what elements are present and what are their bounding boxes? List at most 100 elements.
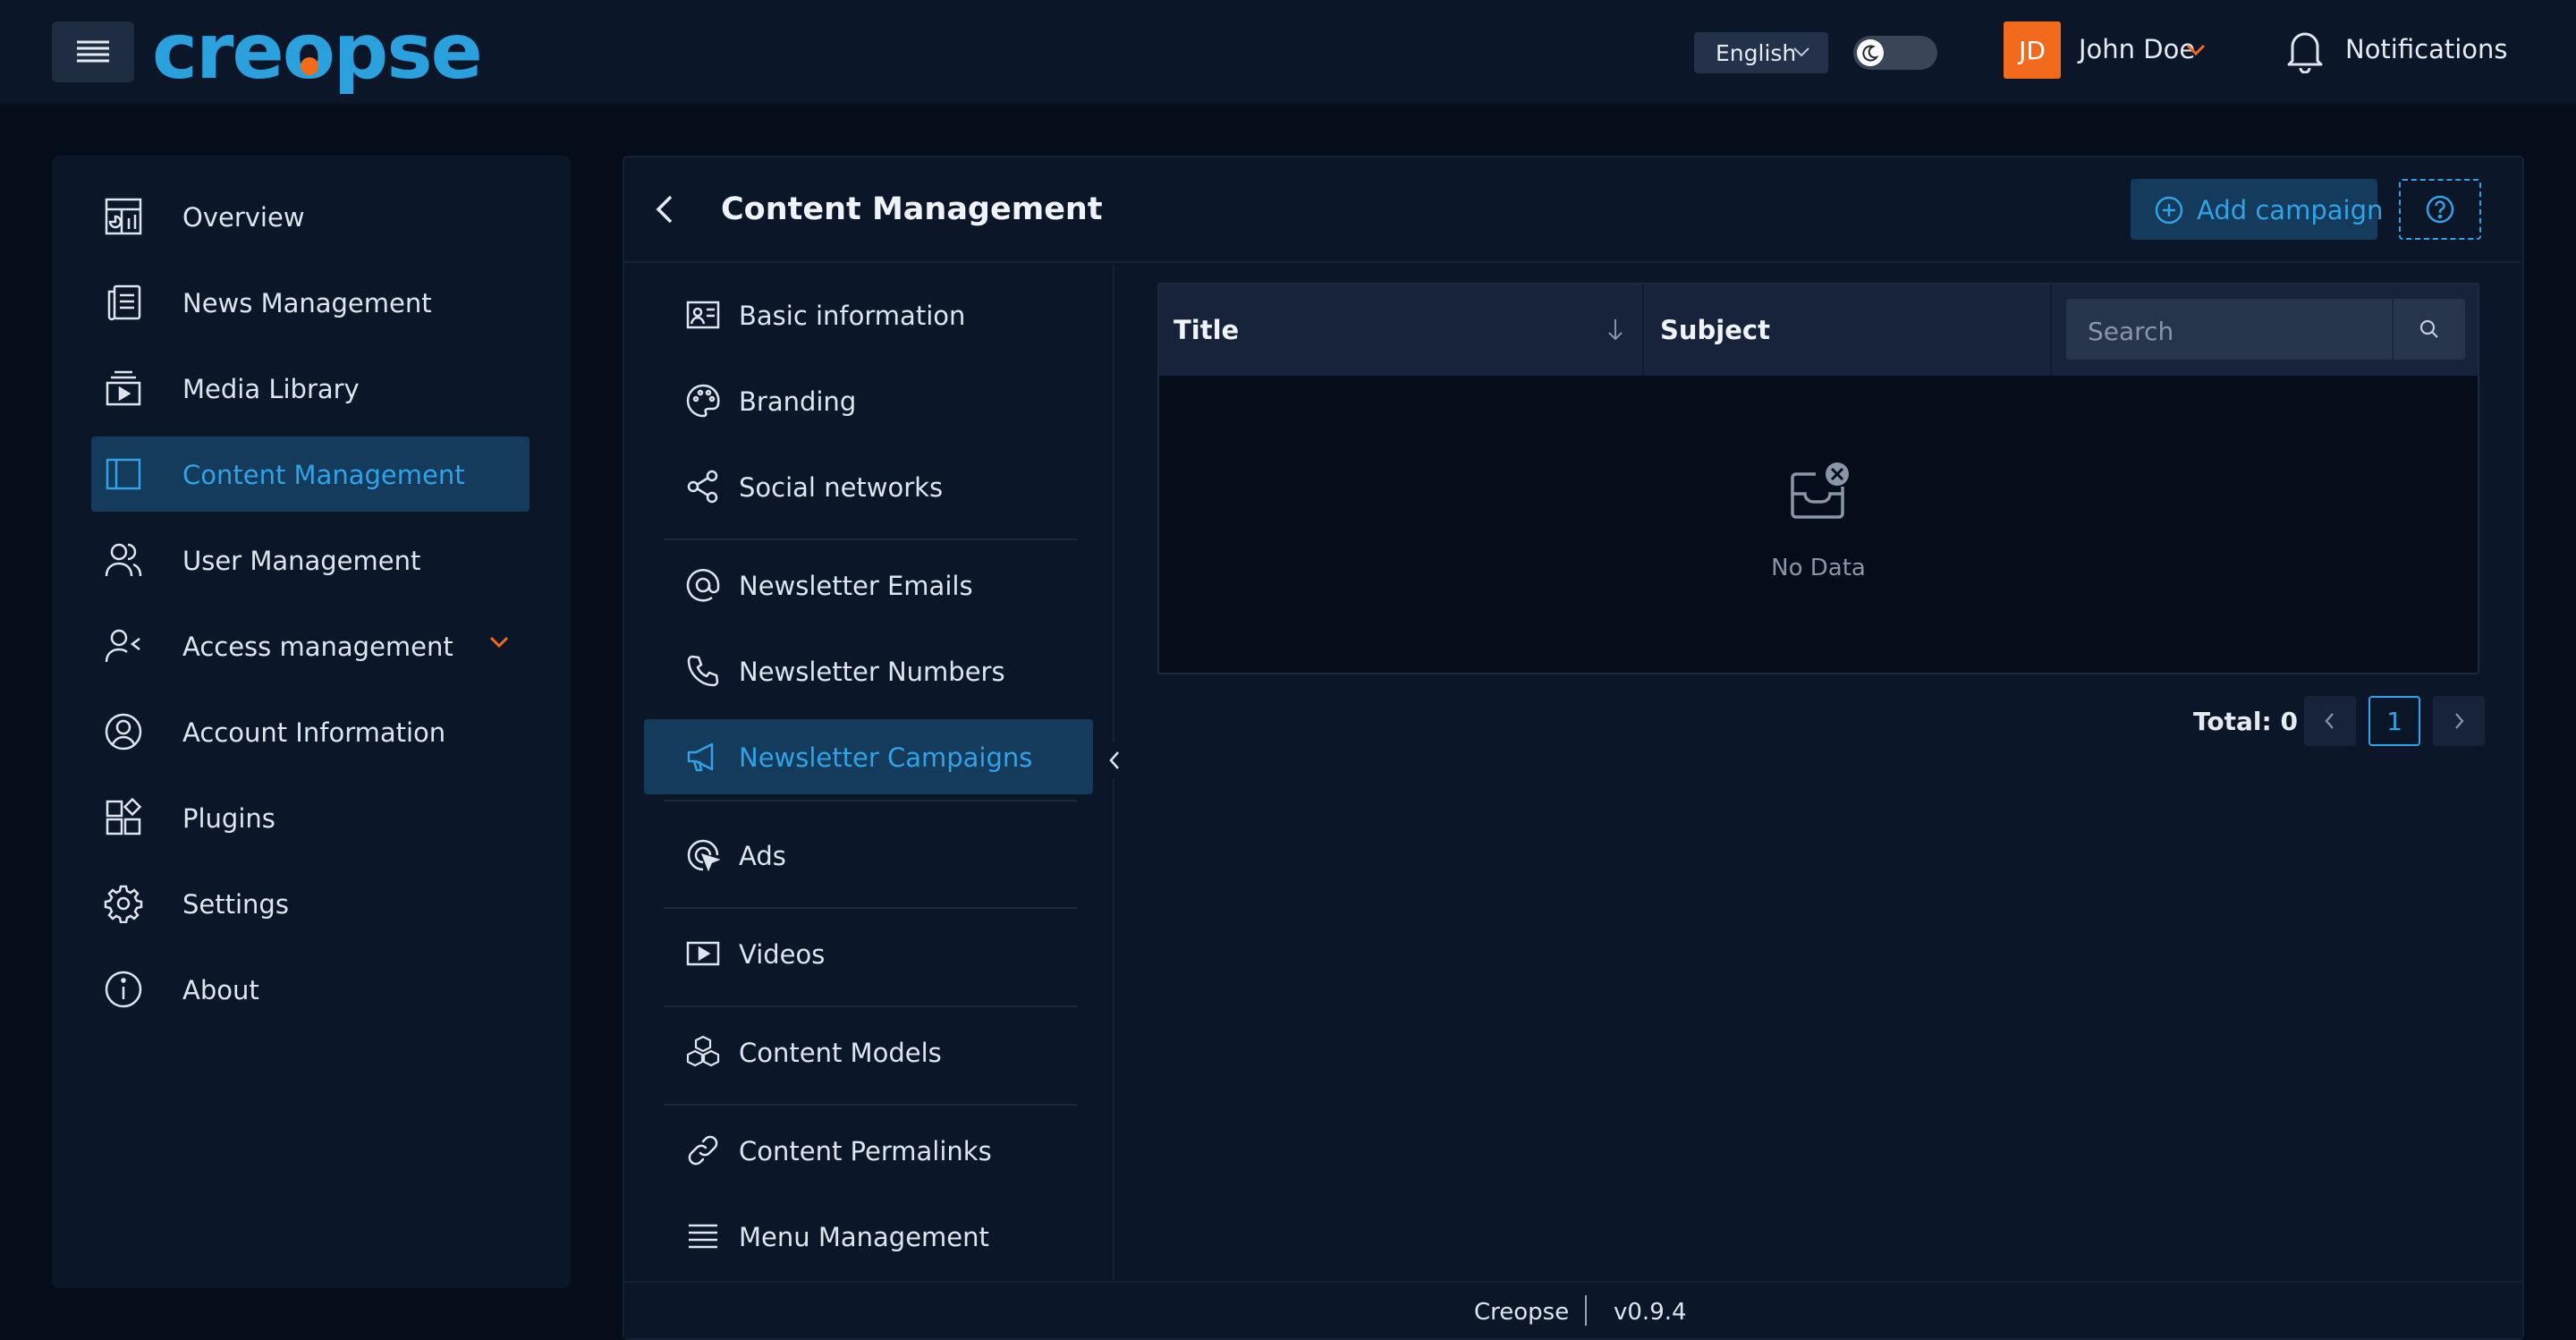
- submenu-item-menu-management[interactable]: Menu Management: [644, 1199, 1093, 1274]
- submenu-item-content-models[interactable]: Content Models: [644, 1014, 1093, 1090]
- chevron-left-icon: [2325, 713, 2334, 729]
- submenu-item-basic-information[interactable]: Basic information: [644, 277, 1093, 352]
- search-button[interactable]: [2392, 299, 2465, 360]
- sidebar-item-label: Settings: [182, 889, 289, 920]
- page-title: Content Management: [721, 191, 1103, 227]
- total-count: Total: 0: [2193, 707, 2298, 736]
- content-management-icon: [106, 458, 141, 490]
- avatar[interactable]: JD: [2004, 21, 2061, 79]
- news-icon: [107, 284, 141, 321]
- notifications-link[interactable]: Notifications: [2345, 34, 2508, 64]
- theme-toggle[interactable]: [1853, 36, 1937, 70]
- collapse-submenu-button[interactable]: [1097, 742, 1132, 778]
- language-select[interactable]: English: [1694, 32, 1828, 73]
- submenu-item-label: Videos: [739, 939, 826, 970]
- submenu-item-newsletter-numbers[interactable]: Newsletter Numbers: [644, 633, 1093, 708]
- column-header-subject: Subject: [1660, 315, 1770, 345]
- user-menu-button[interactable]: John Doe: [2079, 34, 2195, 64]
- add-campaign-label: Add campaign: [2197, 195, 2384, 225]
- hamburger-icon: [77, 40, 109, 63]
- overview-icon: [105, 198, 142, 235]
- sidebar-item-label: News Management: [182, 288, 432, 318]
- media-library-icon: [106, 370, 141, 406]
- bell-icon[interactable]: [2284, 27, 2326, 73]
- sidebar-item-about[interactable]: About: [91, 952, 530, 1027]
- footer-version: v0.9.4: [1614, 1299, 1687, 1326]
- submenu-item-label: Newsletter Campaigns: [739, 742, 1033, 773]
- cubes-icon: [686, 1035, 720, 1067]
- sidebar-item-overview[interactable]: Overview: [91, 179, 530, 254]
- access-icon: [105, 629, 140, 663]
- next-page-button[interactable]: [2433, 696, 2485, 746]
- back-arrow-icon[interactable]: [653, 193, 678, 225]
- submenu-item-newsletter-emails[interactable]: Newsletter Emails: [644, 547, 1093, 623]
- menu-lines-icon: [689, 1224, 717, 1249]
- empty-inbox-icon: [1791, 462, 1849, 519]
- table-header: Title Subject Search: [1159, 284, 2478, 376]
- sidebar-item-label: Plugins: [182, 803, 275, 834]
- add-campaign-button[interactable]: Add campaign: [2131, 179, 2383, 240]
- sidebar-item-access-management[interactable]: Access management: [91, 608, 530, 683]
- users-icon: [105, 543, 142, 577]
- prev-page-button[interactable]: [2304, 696, 2356, 746]
- chevron-down-icon[interactable]: [2186, 43, 2206, 57]
- content-submenu: Basic information Branding Social networ…: [624, 265, 1114, 1281]
- column-header-title[interactable]: Title: [1174, 315, 1239, 345]
- info-icon: [105, 971, 142, 1008]
- submenu-item-social-networks[interactable]: Social networks: [644, 449, 1093, 524]
- footer: Creopse v0.9.4: [624, 1281, 2522, 1338]
- submenu-item-label: Ads: [739, 841, 786, 871]
- moon-icon: [1857, 39, 1884, 66]
- submenu-divider: [664, 907, 1077, 909]
- sidebar-item-label: Content Management: [182, 460, 465, 490]
- search-input[interactable]: Search: [2066, 299, 2465, 360]
- submenu-item-content-permalinks[interactable]: Content Permalinks: [644, 1113, 1093, 1188]
- sidebar-item-account-information[interactable]: Account Information: [91, 694, 530, 769]
- sidebar-item-content-management[interactable]: Content Management: [91, 437, 530, 512]
- panel-header: Content Management Add campaign: [624, 157, 2522, 263]
- submenu-item-label: Newsletter Numbers: [739, 657, 1005, 687]
- submenu-item-branding[interactable]: Branding: [644, 363, 1093, 438]
- sidebar-item-settings[interactable]: Settings: [91, 866, 530, 941]
- submenu-item-ads[interactable]: Ads: [644, 818, 1093, 893]
- submenu-item-label: Basic information: [739, 301, 966, 331]
- account-icon: [105, 713, 142, 751]
- footer-app-name: Creopse: [1474, 1299, 1570, 1326]
- chevron-right-icon: [2455, 713, 2464, 729]
- submenu-divider: [664, 1104, 1077, 1106]
- sort-arrow-icon[interactable]: [1606, 317, 1624, 343]
- sidebar-item-media-library[interactable]: Media Library: [91, 351, 530, 426]
- submenu-item-label: Menu Management: [739, 1222, 989, 1252]
- sidebar-item-label: Account Information: [182, 717, 446, 748]
- plugins-icon: [106, 798, 142, 835]
- sidebar-item-user-management[interactable]: User Management: [91, 522, 530, 598]
- sidebar-item-label: About: [182, 975, 259, 1005]
- chevron-down-icon: [1793, 47, 1809, 57]
- chevron-down-icon: [489, 636, 509, 649]
- submenu-divider: [664, 539, 1077, 540]
- submenu-item-videos[interactable]: Videos: [644, 916, 1093, 991]
- logo[interactable]: creopse: [152, 7, 483, 97]
- page-number-button[interactable]: 1: [2368, 696, 2420, 746]
- palette-icon: [686, 384, 720, 418]
- link-icon: [688, 1135, 718, 1166]
- sidebar-item-plugins[interactable]: Plugins: [91, 780, 530, 855]
- menu-toggle-button[interactable]: [52, 21, 134, 82]
- video-icon: [686, 941, 720, 966]
- submenu-item-label: Content Models: [739, 1038, 942, 1068]
- id-card-icon: [686, 301, 720, 329]
- submenu-divider: [664, 1005, 1077, 1007]
- sidebar: Overview News Management Media Library C…: [52, 156, 571, 1288]
- at-sign-icon: [686, 569, 720, 602]
- phone-icon: [687, 655, 719, 687]
- sidebar-item-label: Overview: [182, 202, 305, 233]
- search-icon: [2419, 319, 2438, 338]
- settings-icon: [104, 885, 143, 923]
- logo-dot: [301, 57, 318, 75]
- help-button[interactable]: [2399, 179, 2481, 240]
- question-circle-icon: [2426, 195, 2454, 224]
- column-divider: [1642, 284, 1644, 376]
- sidebar-item-news-management[interactable]: News Management: [91, 265, 530, 340]
- top-bar: creopse English JD John Doe Notification…: [0, 0, 2576, 104]
- submenu-item-newsletter-campaigns[interactable]: Newsletter Campaigns: [644, 719, 1093, 794]
